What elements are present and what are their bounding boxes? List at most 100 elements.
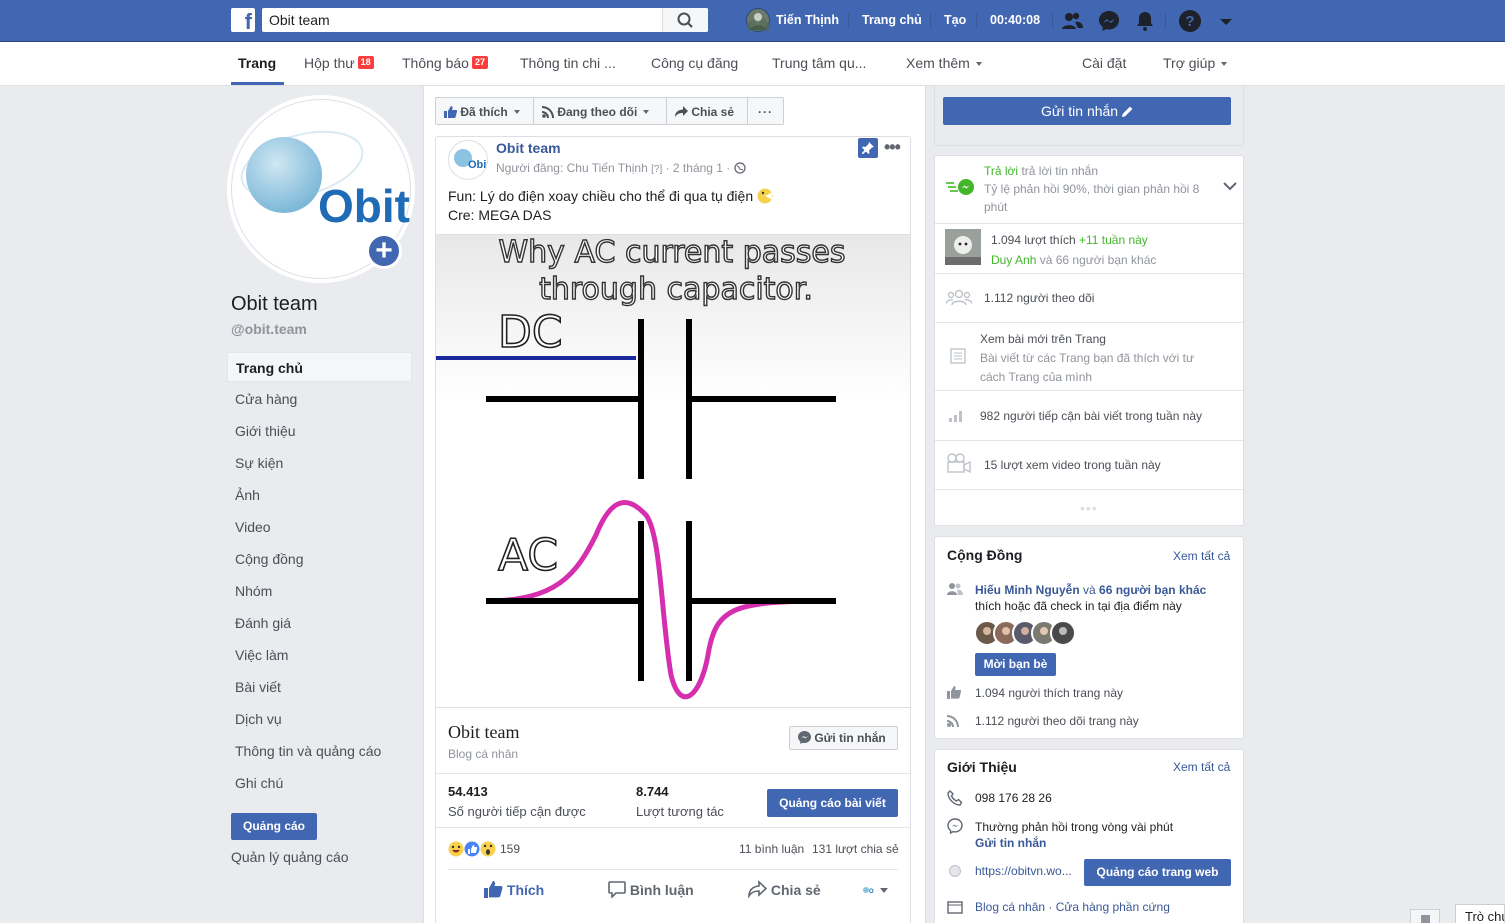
phone-number[interactable]: 098 176 28 26: [975, 791, 1052, 805]
community-see-all-link[interactable]: Xem tất cả: [1173, 549, 1230, 563]
friend-photo-thumbnail[interactable]: [945, 229, 981, 265]
page-nav: Trang Hộp thư 18 Thông báo 27 Thông tin ch…: [0, 42, 1505, 86]
reactions-summary[interactable]: [447, 839, 498, 859]
friend-requests-icon[interactable]: [1060, 9, 1084, 33]
page-categories[interactable]: Blog cá nhân · Cửa hàng phần cứng: [975, 900, 1170, 914]
nav-notes[interactable]: Ghi chú: [227, 768, 412, 798]
like-button[interactable]: Thích: [484, 880, 544, 898]
community-title: Cộng Đồng: [947, 547, 1023, 563]
comment-button[interactable]: Bình luận: [608, 880, 694, 899]
user-avatar[interactable]: [746, 8, 770, 32]
messenger-icon[interactable]: [1097, 9, 1121, 33]
ac-label: AC: [498, 530, 558, 581]
account-menu-chevron-icon[interactable]: [1214, 9, 1238, 33]
page-username[interactable]: @obit.team: [231, 321, 307, 337]
tab-page[interactable]: Trang: [231, 42, 285, 85]
comments-count[interactable]: 11 bình luận: [739, 842, 804, 856]
invite-friends-button[interactable]: Mời bạn bè: [975, 653, 1056, 676]
post-time[interactable]: · 2 tháng 1 ·: [666, 161, 731, 175]
globe-privacy-icon[interactable]: [734, 162, 746, 174]
nav-community[interactable]: Cộng đồng: [227, 544, 412, 574]
share-button[interactable]: Chia sẻ: [748, 880, 821, 900]
post-page-avatar[interactable]: Obit: [448, 140, 488, 180]
page-title[interactable]: Obit team: [231, 293, 318, 316]
more-actions-button[interactable]: ···: [747, 97, 784, 125]
create-link[interactable]: Tạo: [944, 0, 966, 42]
tab-notifications[interactable]: Thông báo 27: [402, 42, 488, 85]
pinned-post-badge[interactable]: [858, 138, 878, 158]
post-page-name[interactable]: Obit team: [496, 140, 561, 156]
about-send-message-link[interactable]: Gửi tin nhắn: [975, 835, 1173, 851]
post-options-icon[interactable]: •••: [884, 137, 901, 158]
search-button[interactable]: [662, 8, 708, 32]
chat-tab[interactable]: Trò chu: [1455, 904, 1505, 923]
share-arrow-icon: [748, 880, 768, 900]
chevron-down-icon[interactable]: [1223, 181, 1237, 191]
tab-publishing-tools[interactable]: Công cụ đăng: [651, 42, 738, 85]
home-link[interactable]: Trang chủ: [862, 0, 922, 42]
page-avatar-mini-icon: O: [863, 887, 888, 895]
notifications-count-badge: 27: [471, 56, 488, 69]
weekly-reach[interactable]: 982 người tiếp cận bài viết trong tuần n…: [980, 409, 1202, 423]
caret-down-icon: [513, 110, 520, 114]
tab-insights[interactable]: Thông tin chi ...: [520, 42, 616, 85]
tab-settings[interactable]: Cài đặt: [1082, 42, 1126, 85]
profile-link[interactable]: Tiến Thịnh: [776, 0, 839, 42]
post-image[interactable]: Why AC current passes through capacitor.…: [436, 234, 910, 708]
footer-send-message-button[interactable]: Gửi tin nhắn: [789, 726, 898, 750]
comment-label: Bình luận: [629, 882, 694, 898]
tab-more[interactable]: Xem thêm: [906, 42, 982, 85]
reactions-count[interactable]: 159: [500, 842, 520, 856]
friend-name-link[interactable]: Duy Anh: [991, 253, 1036, 267]
likes-count[interactable]: 1.094 lượt thích: [991, 233, 1076, 247]
promote-button[interactable]: Quảng cáo: [231, 813, 317, 840]
svg-text:?: ?: [1185, 13, 1194, 30]
shares-count[interactable]: 131 lượt chia sẻ: [812, 842, 899, 856]
nav-videos[interactable]: Video: [227, 512, 412, 542]
promote-website-button[interactable]: Quảng cáo trang web: [1084, 859, 1231, 886]
nav-events[interactable]: Sự kiện: [227, 448, 412, 478]
svg-text:Obit: Obit: [468, 159, 488, 171]
footer-page-name[interactable]: Obit team: [448, 722, 519, 743]
nav-info-and-ads[interactable]: Thông tin và quảng cáo: [227, 736, 412, 766]
nav-home[interactable]: Trang chủ: [227, 352, 412, 382]
chat-minimized-icon[interactable]: [1410, 909, 1440, 923]
nav-photos[interactable]: Ảnh: [227, 480, 412, 510]
nav-reviews[interactable]: Đánh giá: [227, 608, 412, 638]
website-link[interactable]: https://obitvn.wo...: [975, 864, 1072, 878]
weekly-video-views[interactable]: 15 lượt xem video trong tuần này: [984, 458, 1161, 472]
community-friend-link[interactable]: Hiếu Minh Nguyễn: [975, 583, 1080, 597]
post-author[interactable]: Người đăng: Chu Tiến Thịnh: [496, 161, 648, 175]
nav-jobs[interactable]: Việc làm: [227, 640, 412, 670]
tab-ad-center[interactable]: Trung tâm qu...: [772, 42, 866, 85]
search-box: [262, 8, 708, 32]
likes-others[interactable]: và 66 người bạn khác: [1040, 253, 1157, 267]
boost-post-button[interactable]: Quảng cáo bài viết: [767, 789, 898, 817]
nav-posts[interactable]: Bài viết: [227, 672, 412, 702]
facebook-logo-icon[interactable]: f: [231, 8, 255, 32]
divider: [935, 273, 1243, 274]
add-story-button[interactable]: +: [366, 233, 402, 269]
nav-about[interactable]: Giới thiệu: [227, 416, 412, 446]
search-input[interactable]: [262, 8, 662, 32]
following-button[interactable]: Đang theo dõi: [533, 97, 667, 125]
likes-summary: 1.094 lượt thích +11 tuần này Duy Anh và…: [991, 230, 1156, 270]
community-description: thích hoặc đã check in tại địa điểm này: [975, 599, 1182, 613]
nav-groups[interactable]: Nhóm: [227, 576, 412, 606]
help-icon[interactable]: ?: [1178, 9, 1202, 33]
post-as-selector[interactable]: O: [861, 883, 891, 897]
about-see-all-link[interactable]: Xem tất cả: [1173, 760, 1230, 774]
nav-services[interactable]: Dịch vụ: [227, 704, 412, 734]
manage-ads-link[interactable]: Quản lý quảng cáo: [231, 849, 349, 865]
nav-shop[interactable]: Cửa hàng: [227, 384, 412, 414]
help-marker[interactable]: [?]: [651, 164, 662, 175]
followers-count[interactable]: 1.112 người theo dõi: [984, 291, 1094, 305]
liked-button[interactable]: Đã thích: [435, 97, 534, 125]
tab-help[interactable]: Trợ giúp: [1163, 42, 1228, 85]
friend-avatars[interactable]: [974, 620, 1081, 646]
notifications-bell-icon[interactable]: [1133, 9, 1157, 33]
community-others-link[interactable]: 66 người bạn khác: [1099, 583, 1206, 597]
share-page-button[interactable]: Chia sẻ: [666, 97, 748, 125]
tab-inbox[interactable]: Hộp thư 18: [304, 42, 374, 85]
see-first-info[interactable]: Xem bài mới trên Trang Bài viết từ các T…: [980, 330, 1210, 387]
